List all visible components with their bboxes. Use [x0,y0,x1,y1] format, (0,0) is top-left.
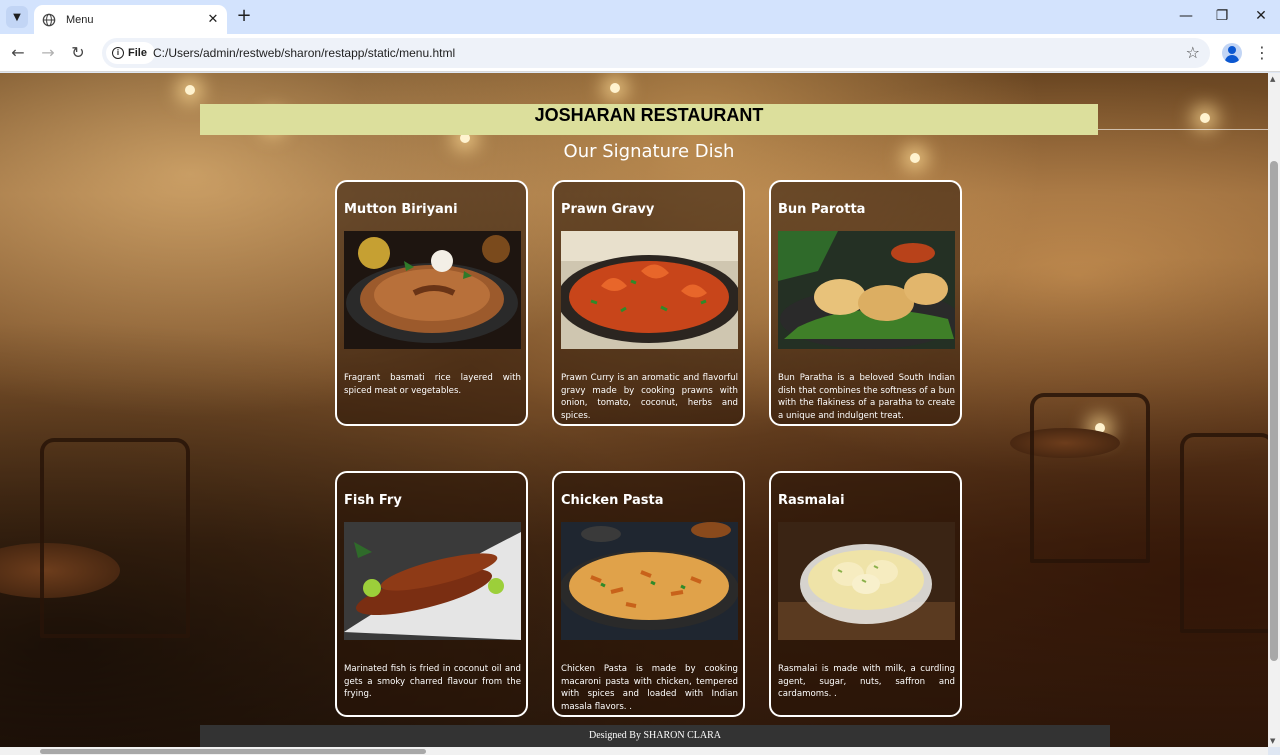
dish-description: Marinated fish is fried in coconut oil a… [344,664,521,700]
dish-card: Prawn Gravy Prawn Curry is an aromatic a… [552,180,745,426]
dish-name: Fish Fry [344,493,402,508]
tab-strip: ▼ Menu ✕ + — ❐ ✕ [0,0,1280,34]
dish-description: Chicken Pasta is made by cooking macaron… [561,664,738,712]
dish-name: Rasmalai [778,493,845,508]
dish-name: Chicken Pasta [561,493,664,508]
arrow-left-icon: ← [11,43,25,62]
close-tab-icon[interactable]: ✕ [205,12,221,28]
restaurant-name: JOSHARAN RESTAURANT [534,105,764,125]
scroll-down-icon[interactable]: ▼ [1270,737,1275,745]
bookmark-star-icon[interactable]: ☆ [1186,43,1200,62]
new-tab-button[interactable]: + [234,6,254,26]
vertical-scrollbar[interactable]: ▲ ▼ [1268,73,1280,747]
site-info-chip[interactable]: i File [106,42,155,64]
address-bar[interactable]: i File C:/Users/admin/restweb/sharon/res… [102,38,1210,68]
dish-photo [344,231,521,349]
dish-name: Prawn Gravy [561,202,655,217]
tab-search-button[interactable]: ▼ [6,6,28,28]
globe-icon [42,13,56,26]
dish-description: Bun Paratha is a beloved South Indian di… [778,373,955,421]
dish-card: Chicken Pasta Chicken Pasta is made by c… [552,471,745,717]
section-title: Our Signature Dish [563,141,735,162]
dish-card: Fish Fry Marinated fish is fried in coco… [335,471,528,717]
dish-description: Prawn Curry is an aromatic and flavorful… [561,373,738,421]
dish-photo [778,522,955,640]
close-window-button[interactable]: ✕ [1238,4,1280,28]
header-divider [1098,129,1268,130]
dish-description: Fragrant basmati rice layered with spice… [344,373,521,396]
profile-avatar[interactable] [1222,43,1242,63]
info-icon: i [112,47,124,59]
scroll-up-icon[interactable]: ▲ [1270,75,1275,83]
reload-icon: ↻ [71,43,85,62]
forward-button[interactable]: → [36,41,60,65]
dish-photo [561,522,738,640]
dish-name: Mutton Biriyani [344,202,458,217]
horizontal-scrollbar[interactable] [0,747,1268,755]
dish-description: Rasmalai is made with milk, a curdling a… [778,664,955,700]
arrow-right-icon: → [41,43,55,62]
horizontal-scroll-thumb[interactable] [40,749,426,754]
vertical-scroll-thumb[interactable] [1270,161,1278,661]
dish-photo [778,231,955,349]
dish-card: Rasmalai Rasmalai is made with milk, a c… [769,471,962,717]
dish-card: Bun Parotta Bun Paratha is a beloved Sou… [769,180,962,426]
url-text[interactable]: C:/Users/admin/restweb/sharon/restapp/st… [153,46,455,60]
chevron-down-icon: ▼ [13,11,21,23]
page-viewport: JOSHARAN RESTAURANT Our Signature Dish M… [0,73,1268,747]
dish-photo [561,231,738,349]
tab-menu[interactable]: Menu ✕ [34,5,227,34]
reload-button[interactable]: ↻ [66,41,90,65]
footer: Designed By SHARON CLARA [200,725,1110,747]
dish-card: Mutton Biriyani Fragrant basmati rice la… [335,180,528,426]
back-button[interactable]: ← [6,41,30,65]
more-menu-icon[interactable]: ⋮ [1252,43,1272,63]
tab-title: Menu [66,13,94,26]
dish-name: Bun Parotta [778,202,866,217]
dish-photo [344,522,521,640]
restaurant-header: JOSHARAN RESTAURANT [200,104,1098,135]
browser-toolbar: ← → ↻ i File C:/Users/admin/restweb/shar… [0,34,1280,72]
site-info-label: File [128,47,147,59]
